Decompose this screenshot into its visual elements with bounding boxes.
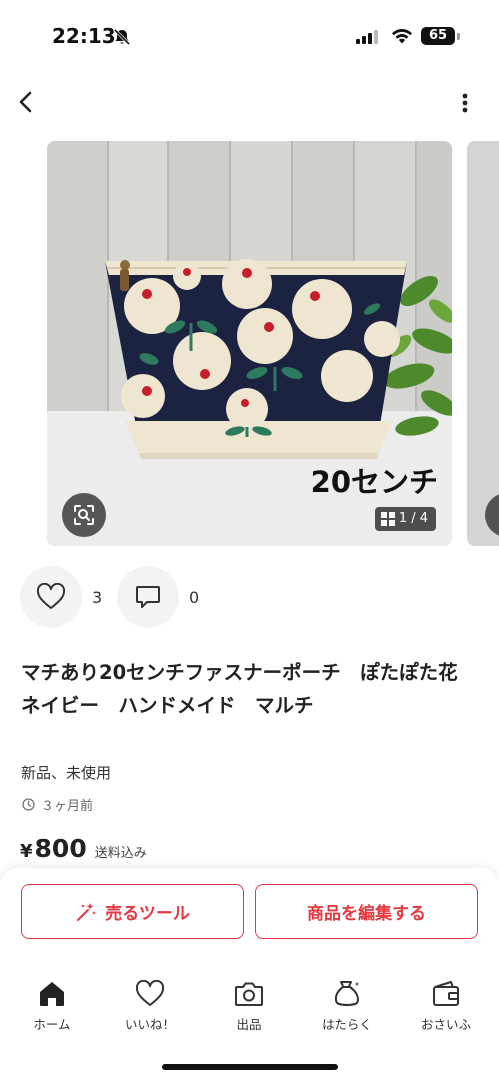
next-product-image[interactable] xyxy=(467,141,499,546)
shipping-note: 送料込み xyxy=(94,846,147,861)
comment-count: 0 xyxy=(189,588,200,607)
tab-home-label: ホーム xyxy=(33,1017,71,1032)
home-icon xyxy=(40,982,64,1006)
next-image-search-button[interactable] xyxy=(485,493,499,537)
product-condition: 新品、未使用 xyxy=(21,764,112,782)
back-button[interactable] xyxy=(12,86,42,118)
tab-likes-label: いいね！ xyxy=(124,1017,175,1032)
status-time: 22:13 xyxy=(52,24,116,48)
home-indicator xyxy=(162,1064,338,1070)
bell-muted-icon xyxy=(113,28,131,46)
tab-wallet-label: おさいふ xyxy=(420,1017,471,1032)
image-counter-text: 1 / 4 xyxy=(398,511,428,526)
price: ¥ 800 送料込み xyxy=(20,834,147,863)
product-image[interactable]: 20センチ 1 / 4 xyxy=(47,141,452,546)
tab-likes[interactable]: いいね！ xyxy=(110,980,190,1033)
sell-tools-button[interactable]: 売るツール xyxy=(21,884,244,939)
image-overlay-text: 20センチ xyxy=(310,465,438,499)
heart-icon xyxy=(135,980,165,1006)
wifi-icon xyxy=(392,28,412,44)
battery-nub xyxy=(457,33,460,40)
comment-icon xyxy=(136,586,160,608)
tab-wallet[interactable]: おさいふ xyxy=(406,980,486,1033)
status-bar: 22:13 65 xyxy=(0,0,499,70)
scan-search-icon xyxy=(74,505,94,525)
tab-home[interactable]: ホーム xyxy=(12,980,92,1033)
image-page-counter: 1 / 4 xyxy=(374,507,436,531)
heart-icon xyxy=(36,583,66,609)
edit-item-button[interactable]: 商品を編集する xyxy=(255,884,478,939)
like-button[interactable] xyxy=(20,566,82,628)
chevron-left-icon xyxy=(19,91,32,113)
tab-work[interactable]: はたらく xyxy=(307,980,387,1033)
battery-level: 65 xyxy=(421,27,455,45)
price-amount: 800 xyxy=(34,834,87,863)
wallet-icon xyxy=(433,981,459,1006)
product-title: マチあり20センチファスナーポーチ ぽたぽた花 ネイビー ハンドメイド マルチ xyxy=(21,661,478,717)
clock-icon xyxy=(22,798,35,811)
grid-icon xyxy=(380,512,395,526)
tab-work-label: はたらく xyxy=(322,1017,372,1032)
like-count: 3 xyxy=(92,588,103,607)
camera-icon xyxy=(235,982,263,1006)
tab-sell-label: 出品 xyxy=(236,1017,262,1032)
comment-button[interactable] xyxy=(117,566,179,628)
cellular-signal-icon xyxy=(356,30,378,44)
more-options-button[interactable] xyxy=(452,88,478,118)
posted-time-text: ３ヶ月前 xyxy=(41,799,94,814)
edit-item-label: 商品を編集する xyxy=(307,904,426,924)
posted-time: ３ヶ月前 xyxy=(22,795,93,814)
tab-sell[interactable]: 出品 xyxy=(209,980,289,1033)
magic-wand-icon xyxy=(77,902,97,921)
sell-tools-label: 売るツール xyxy=(105,904,190,924)
more-vertical-icon xyxy=(462,93,468,113)
image-search-button[interactable] xyxy=(62,493,106,537)
price-currency: ¥ xyxy=(20,841,33,862)
money-bag-icon xyxy=(334,981,359,1006)
